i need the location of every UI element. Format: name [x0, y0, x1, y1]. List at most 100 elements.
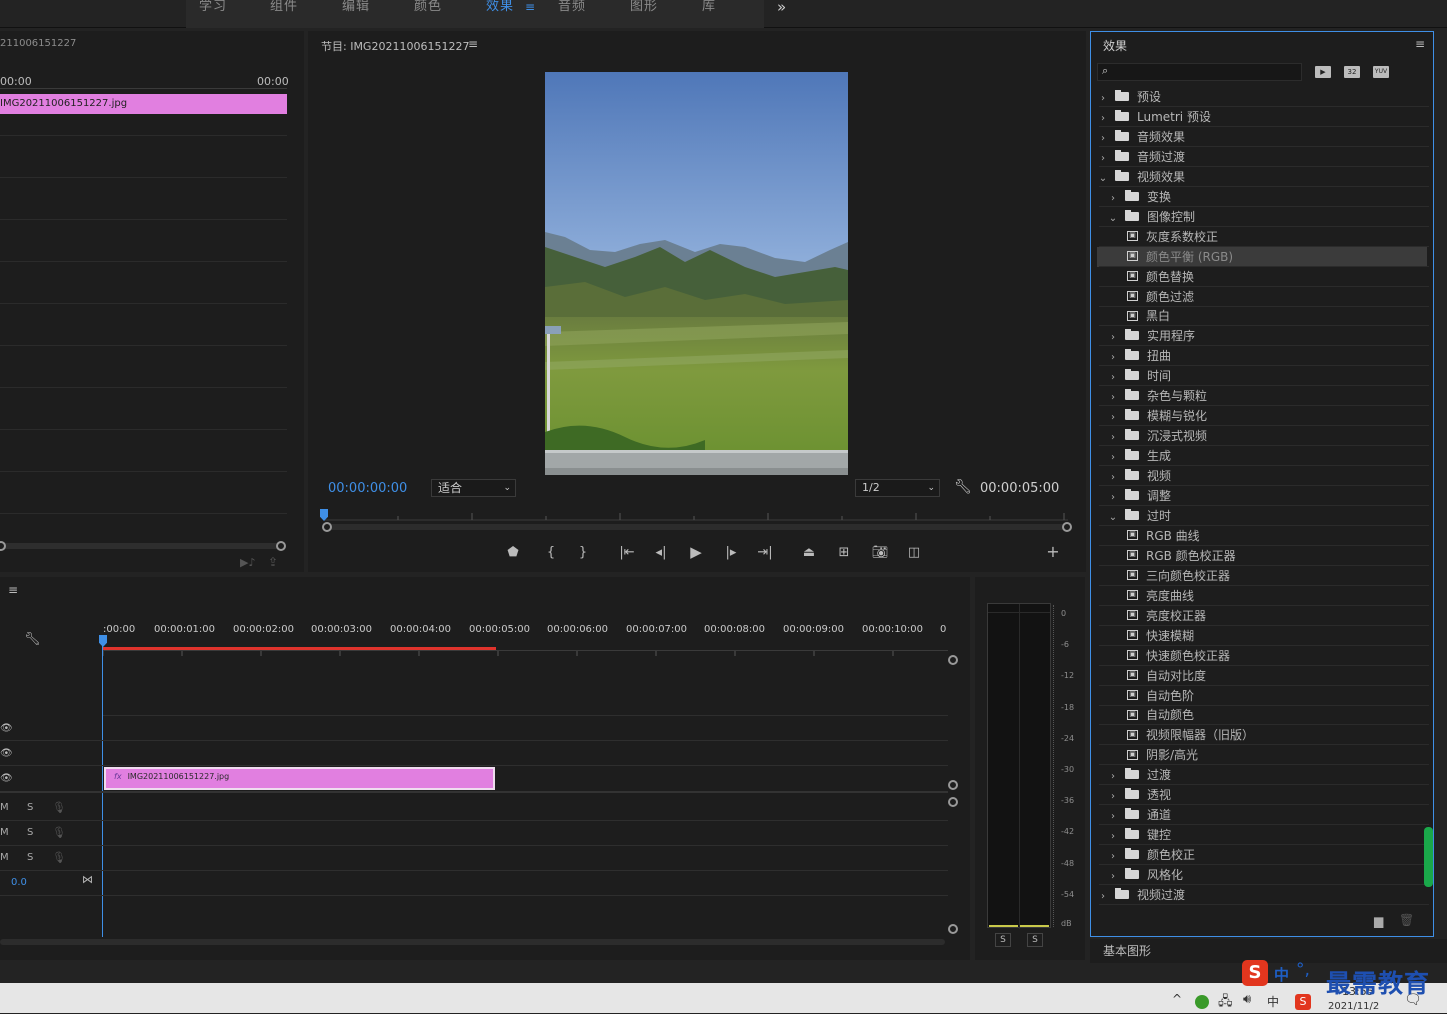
mic-icon[interactable]: 🎙︎	[52, 851, 66, 864]
solo-button[interactable]: S	[27, 827, 33, 838]
zoom-handle-left[interactable]	[322, 522, 332, 532]
accelerated-effects-icon[interactable]: ▶	[1315, 66, 1331, 78]
effect-folder[interactable]: ⌄ 图像控制	[1097, 207, 1427, 227]
effect-item[interactable]: ▣ 颜色平衡 (RGB)	[1097, 246, 1427, 267]
export-frame-icon[interactable]: 📷︎	[871, 545, 889, 561]
effect-folder[interactable]: › 时间	[1097, 366, 1427, 386]
solo-button[interactable]: S	[27, 802, 33, 813]
tab-graphics[interactable]: 图形	[630, 0, 658, 14]
solo-right-button[interactable]: S	[1027, 933, 1043, 947]
scroll-handle-left[interactable]	[0, 541, 6, 551]
effect-folder[interactable]: › 透视	[1097, 785, 1427, 805]
effect-item[interactable]: ▣ 自动色阶	[1097, 686, 1427, 706]
tab-audio[interactable]: 音频	[558, 0, 586, 14]
step-forward-icon[interactable]: |▸	[723, 545, 739, 561]
tab-editing[interactable]: 编辑	[342, 0, 370, 14]
effect-item[interactable]: ▣ 颜色过滤	[1097, 287, 1427, 307]
source-scrollbar[interactable]	[0, 543, 282, 549]
effect-item[interactable]: ▣ RGB 曲线	[1097, 526, 1427, 546]
effect-folder[interactable]: › 变换	[1097, 187, 1427, 207]
effect-folder[interactable]: › 颜色校正	[1097, 845, 1427, 865]
effect-folder[interactable]: › 音频过渡	[1097, 147, 1427, 167]
export-icon[interactable]: ⇪	[268, 555, 278, 569]
new-bin-icon[interactable]: ▆	[1374, 914, 1383, 928]
effect-item[interactable]: ▣ 颜色替换	[1097, 267, 1427, 287]
source-clip[interactable]: IMG20211006151227.jpg	[0, 94, 287, 114]
effect-folder[interactable]: › 音频效果	[1097, 127, 1427, 147]
timeline-menu-icon[interactable]: ≡	[8, 583, 18, 597]
effect-item[interactable]: ▣ 黑白	[1097, 306, 1427, 326]
program-current-timecode[interactable]: 00:00:00:00	[328, 481, 407, 496]
master-volume[interactable]: 0.0	[11, 877, 27, 888]
insert-icon[interactable]: ▶♪	[240, 556, 255, 569]
mute-button[interactable]: M	[0, 852, 9, 863]
tab-effects-menu-icon[interactable]: ≡	[525, 0, 536, 14]
v-scroll-handle[interactable]	[948, 655, 958, 665]
effect-item[interactable]: ▣ 快速模糊	[1097, 626, 1427, 646]
program-zoom-bar[interactable]	[324, 524, 1068, 530]
effect-folder[interactable]: ⌄ 过时	[1097, 506, 1427, 526]
effect-folder[interactable]: › 预设	[1097, 87, 1427, 107]
effect-item[interactable]: ▣ 视频限幅器（旧版）	[1097, 725, 1427, 745]
resolution-select[interactable]: 1/2 ⌄	[855, 479, 940, 497]
program-menu-icon[interactable]: ≡	[468, 37, 478, 51]
yuv-effects-icon[interactable]: YUV	[1373, 66, 1389, 78]
effect-item[interactable]: ▣ 三向颜色校正器	[1097, 566, 1427, 586]
essential-graphics-title[interactable]: 基本图形	[1103, 942, 1151, 959]
zoom-handle-right[interactable]	[1062, 522, 1072, 532]
effect-item[interactable]: ▣ 自动对比度	[1097, 666, 1427, 686]
effects-search-field[interactable]	[1116, 64, 1296, 80]
step-back-icon[interactable]: ◂|	[653, 545, 669, 561]
scroll-handle-right[interactable]	[276, 541, 286, 551]
program-ruler[interactable]	[324, 510, 1068, 521]
go-to-in-icon[interactable]: |⇤	[618, 545, 636, 561]
solo-left-button[interactable]: S	[995, 933, 1011, 947]
v-scroll-handle[interactable]	[948, 797, 958, 807]
bowtie-icon[interactable]: ⋈	[82, 873, 93, 886]
effect-folder[interactable]: › 调整	[1097, 486, 1427, 506]
tray-expand-icon[interactable]: ^	[1172, 992, 1182, 1006]
sogou-icon[interactable]: S	[1295, 994, 1311, 1010]
effect-folder[interactable]: › 视频	[1097, 466, 1427, 486]
play-icon[interactable]: ▶	[688, 544, 704, 560]
effects-scrollbar-thumb[interactable]	[1424, 827, 1433, 887]
effect-folder[interactable]: › 实用程序	[1097, 326, 1427, 346]
effect-item[interactable]: ▣ RGB 颜色校正器	[1097, 546, 1427, 566]
effect-folder[interactable]: › 通道	[1097, 805, 1427, 825]
effects-search-input[interactable]: ⌕	[1097, 63, 1302, 81]
mic-icon[interactable]: 🎙︎	[52, 826, 66, 839]
timeline-settings-icon[interactable]: 🔧︎	[24, 632, 41, 647]
mic-icon[interactable]: 🎙︎	[52, 801, 66, 814]
delete-icon[interactable]: 🗑︎	[1399, 913, 1414, 927]
lift-icon[interactable]: ⏏	[799, 545, 819, 561]
wrench-icon[interactable]: 🔧︎	[954, 479, 972, 495]
add-marker-icon[interactable]: ⬟	[505, 545, 521, 561]
button-editor-icon[interactable]: +	[1045, 544, 1061, 560]
mute-button[interactable]: M	[0, 827, 9, 838]
clock-date[interactable]: 2021/11/2	[1328, 1001, 1379, 1012]
v-scroll-handle[interactable]	[948, 780, 958, 790]
effect-folder[interactable]: › 扭曲	[1097, 346, 1427, 366]
effect-folder[interactable]: › 生成	[1097, 446, 1427, 466]
32bit-effects-icon[interactable]: 32	[1344, 66, 1360, 78]
mark-out-icon[interactable]: }	[575, 545, 591, 561]
timeline-clip[interactable]: fx IMG20211006151227.jpg	[104, 767, 495, 790]
effect-folder[interactable]: › 模糊与锐化	[1097, 406, 1427, 426]
tab-assembly[interactable]: 组件	[270, 0, 298, 14]
v-scroll-handle[interactable]	[948, 924, 958, 934]
effect-item[interactable]: ▣ 灰度系数校正	[1097, 227, 1427, 247]
effect-folder[interactable]: › 杂色与颗粒	[1097, 386, 1427, 406]
solo-button[interactable]: S	[27, 852, 33, 863]
mark-in-icon[interactable]: {	[543, 545, 559, 561]
eye-icon[interactable]: 👁︎	[0, 773, 13, 784]
effect-folder[interactable]: › 键控	[1097, 825, 1427, 845]
go-to-out-icon[interactable]: ⇥|	[756, 545, 774, 561]
tab-libraries[interactable]: 库	[702, 0, 716, 14]
more-tabs-icon[interactable]: »	[777, 0, 787, 15]
tray-app-icon[interactable]	[1195, 995, 1209, 1009]
effect-folder[interactable]: › 沉浸式视频	[1097, 426, 1427, 446]
effect-folder[interactable]: › 视频过渡	[1097, 885, 1427, 905]
effect-item[interactable]: ▣ 阴影/高光	[1097, 745, 1427, 765]
timeline-h-scrollbar[interactable]	[0, 939, 945, 945]
effects-menu-icon[interactable]: ≡	[1415, 37, 1425, 51]
